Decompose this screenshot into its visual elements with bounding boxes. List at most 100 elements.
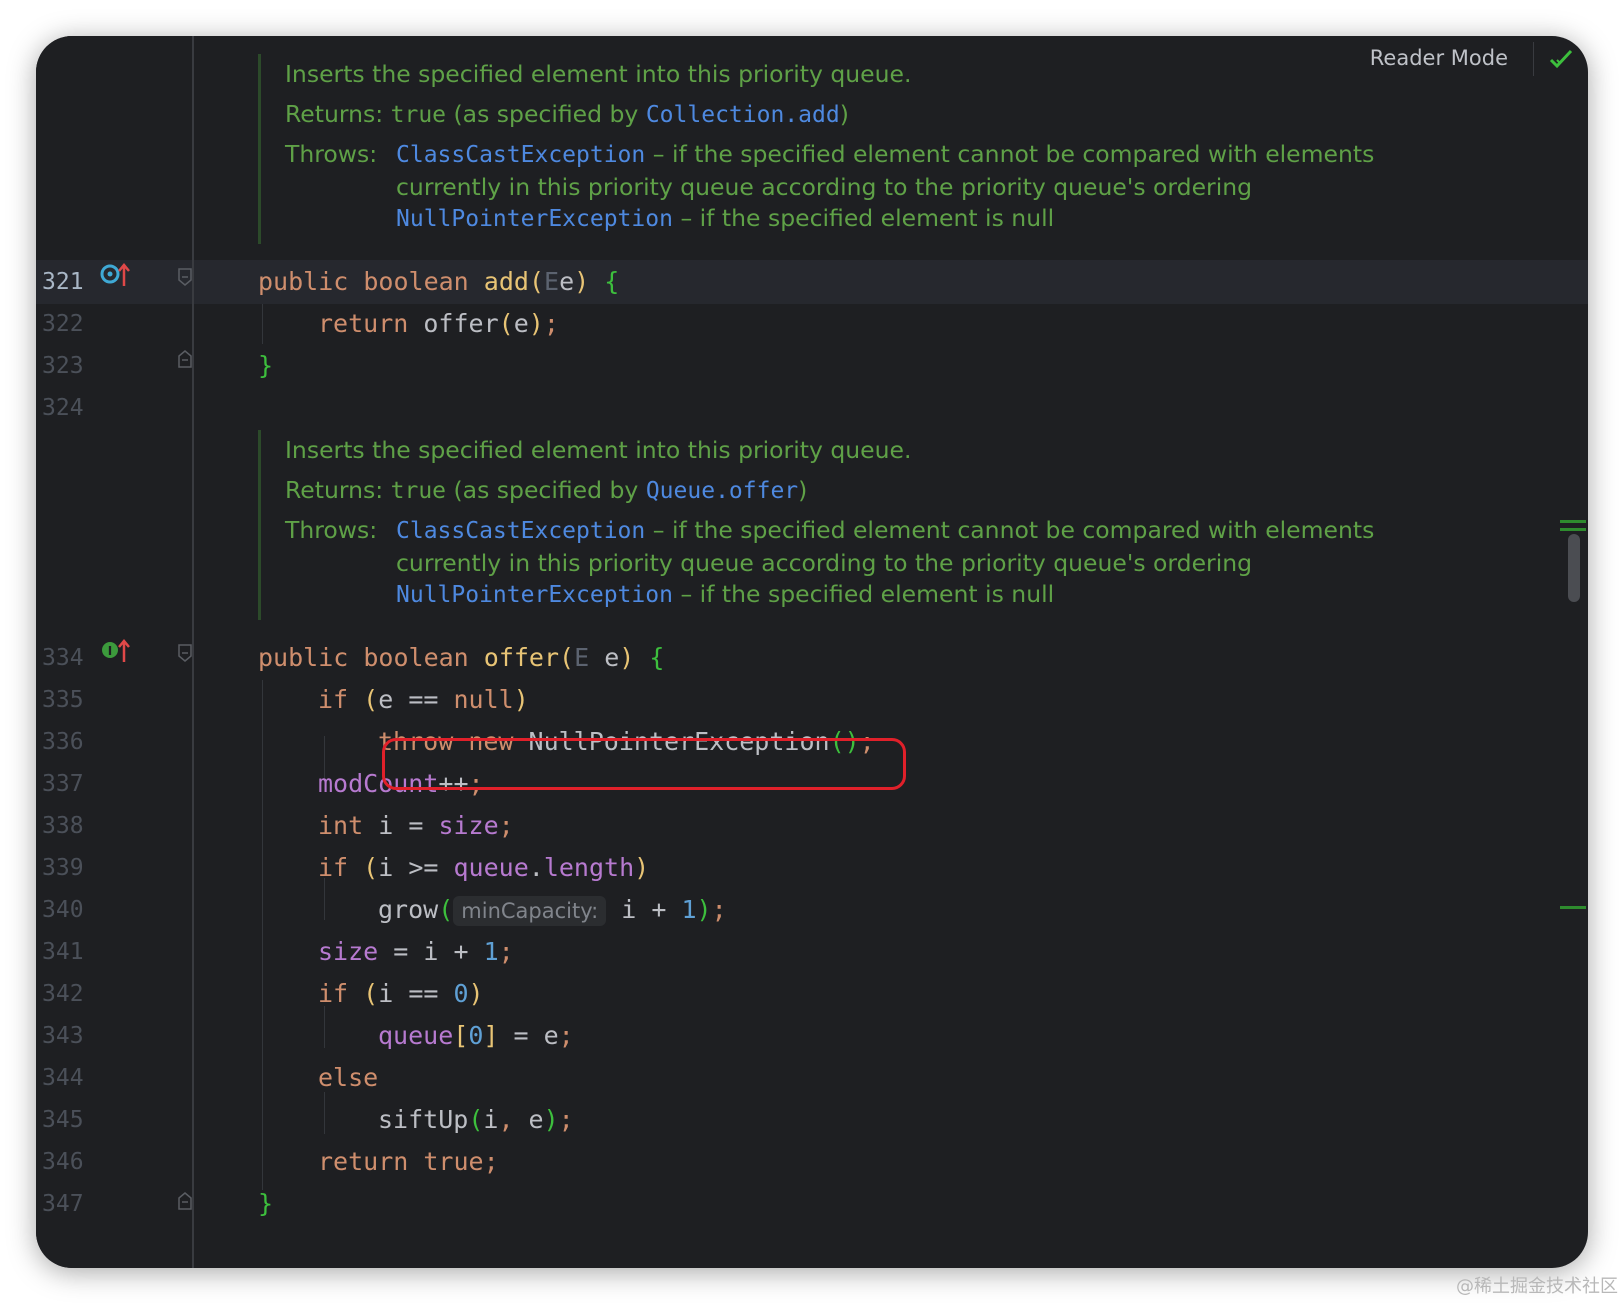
code-line[interactable]: return true; <box>318 1140 499 1184</box>
line-number: 342 <box>42 981 84 1007</box>
exception-link[interactable]: ClassCastException <box>396 518 645 544</box>
returns-link[interactable]: Collection.add <box>646 102 840 128</box>
code-token: public <box>258 643 364 672</box>
indent-guide <box>262 680 263 1190</box>
code-token: offer <box>483 643 560 672</box>
scrollbar-thumb[interactable] <box>1568 534 1580 602</box>
returns-text-end: ) <box>839 100 849 128</box>
code-token: { <box>649 643 665 672</box>
code-token: i == <box>378 979 454 1008</box>
code-line[interactable]: } <box>258 344 273 388</box>
code-token: public <box>258 267 364 296</box>
code-token: ) <box>574 267 590 296</box>
code-token: 0 <box>468 1021 484 1050</box>
code-token: ( <box>438 895 454 924</box>
line-number: 344 <box>42 1065 84 1091</box>
exception-desc: – if the specified element is null <box>680 204 1055 232</box>
code-token: 0 <box>453 979 469 1008</box>
parameter-hint: minCapacity: <box>453 896 607 926</box>
implements-marker-icon[interactable]: I <box>100 636 136 664</box>
exception-desc-cont: currently in this priority queue accordi… <box>396 549 1253 577</box>
line-number: 338 <box>42 813 84 839</box>
code-token: ) <box>634 853 650 882</box>
code-token: e <box>513 309 529 338</box>
code-token: ) <box>696 895 712 924</box>
code-token: return <box>318 1147 424 1176</box>
code-token: ( <box>363 685 379 714</box>
code-token: ) <box>543 1105 559 1134</box>
code-line[interactable]: grow(minCapacity: i + 1); <box>378 888 727 932</box>
doc-summary: Inserts the specified element into this … <box>285 60 912 88</box>
code-token: size <box>318 937 379 966</box>
code-token: i >= <box>378 853 454 882</box>
code-token: true <box>423 1147 484 1176</box>
code-line[interactable]: } <box>258 1182 273 1226</box>
returns-label: Returns: <box>285 476 384 504</box>
exception-desc: – if the specified element cannot be com… <box>652 140 1375 168</box>
code-line[interactable]: if (i >= queue.length) <box>318 846 649 890</box>
code-line[interactable]: public boolean add(Ee) { <box>258 260 619 304</box>
javadoc-block-add: Inserts the specified element into this … <box>258 54 1518 244</box>
line-number: 335 <box>42 687 84 713</box>
code-token: length <box>543 853 635 882</box>
code-line[interactable]: size = i + 1; <box>318 930 514 974</box>
gutter-separator <box>192 36 194 1268</box>
code-token: int <box>318 811 379 840</box>
code-token: ; <box>483 1147 499 1176</box>
returns-text-end: ) <box>798 476 808 504</box>
doc-throws-2: NullPointerException – if the specified … <box>396 204 1054 232</box>
code-token: [ <box>453 1021 469 1050</box>
code-token: boolean <box>363 267 484 296</box>
returns-link[interactable]: Queue.offer <box>646 478 798 504</box>
code-line[interactable]: if (i == 0) <box>318 972 484 1016</box>
code-line[interactable]: if (e == null) <box>318 678 529 722</box>
code-token: ( <box>363 979 379 1008</box>
code-token: ) <box>528 309 544 338</box>
code-token: . <box>528 853 544 882</box>
fold-icon[interactable] <box>178 268 192 286</box>
fold-icon[interactable] <box>178 1192 192 1210</box>
code-line[interactable]: return offer(e); <box>318 302 559 346</box>
code-token: siftUp <box>378 1105 469 1134</box>
code-token: ] <box>483 1021 499 1050</box>
code-token: E <box>544 267 560 296</box>
line-number: 322 <box>42 311 84 337</box>
line-number: 337 <box>42 771 84 797</box>
exception-link[interactable]: NullPointerException <box>396 582 673 608</box>
toolbar-divider <box>1533 42 1534 76</box>
line-number: 323 <box>42 353 84 379</box>
code-token: , <box>498 1105 529 1134</box>
code-token: ; <box>543 309 559 338</box>
exception-desc-cont: currently in this priority queue accordi… <box>396 173 1253 201</box>
code-token: e <box>528 1105 544 1134</box>
code-token: ( <box>363 853 379 882</box>
code-token: else <box>318 1063 379 1092</box>
change-marker <box>1560 528 1586 531</box>
code-token: } <box>258 351 274 380</box>
returns-value: true <box>390 102 447 128</box>
code-line[interactable]: public boolean offer(E e) { <box>258 636 664 680</box>
doc-throws-label: Throws: <box>285 516 378 544</box>
code-line[interactable]: queue[0] = e; <box>378 1014 574 1058</box>
code-token: i = <box>378 811 439 840</box>
fold-icon[interactable] <box>178 644 192 662</box>
exception-link[interactable]: ClassCastException <box>396 142 645 168</box>
check-icon[interactable] <box>1548 46 1574 72</box>
exception-link[interactable]: NullPointerException <box>396 206 673 232</box>
doc-throws-2: NullPointerException – if the specified … <box>396 580 1054 608</box>
exception-desc: – if the specified element cannot be com… <box>652 516 1375 544</box>
code-line[interactable]: int i = size; <box>318 804 514 848</box>
override-marker-icon[interactable] <box>100 260 136 288</box>
code-token: ) <box>619 643 635 672</box>
svg-text:I: I <box>108 644 112 658</box>
code-token: ; <box>498 811 514 840</box>
javadoc-block-offer: Inserts the specified element into this … <box>258 430 1518 620</box>
code-token: if <box>318 853 364 882</box>
editor-window: Reader Mode Inserts the specified elemen… <box>36 36 1588 1268</box>
fold-icon[interactable] <box>178 350 192 368</box>
code-token: ( <box>498 309 514 338</box>
code-line[interactable]: siftUp(i, e); <box>378 1098 574 1142</box>
code-line[interactable]: else <box>318 1056 378 1100</box>
